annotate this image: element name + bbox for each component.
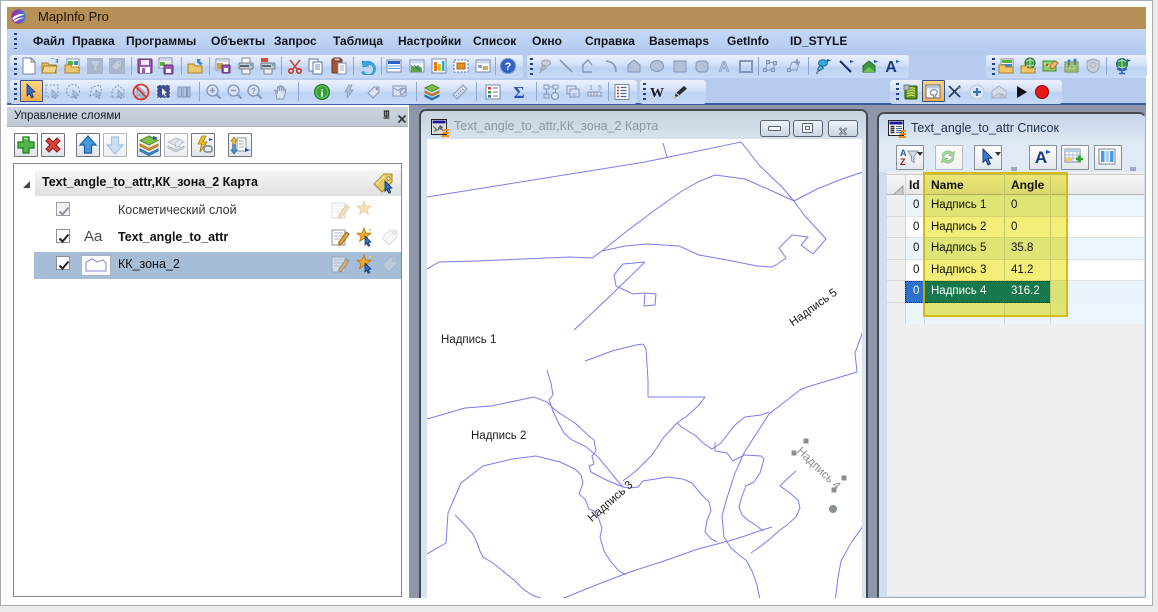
svg-text:W: W — [650, 86, 664, 101]
svg-text:Надпись 4: Надпись 4 — [794, 445, 843, 492]
svg-text:Σ: Σ — [513, 83, 524, 101]
svg-text:?: ? — [251, 87, 256, 96]
svg-text:A: A — [1035, 148, 1047, 167]
svg-text:5: 5 — [598, 85, 602, 92]
svg-text:Надпись 3: Надпись 3 — [586, 479, 636, 525]
svg-text:Надпись 2: Надпись 2 — [471, 430, 526, 442]
svg-text:i: i — [320, 88, 323, 100]
svg-text:1: 1 — [589, 85, 593, 92]
svg-text:?: ? — [505, 61, 512, 73]
svg-text:A: A — [885, 59, 897, 75]
svg-text:Z: Z — [900, 157, 906, 167]
svg-text:Надпись 5: Надпись 5 — [788, 287, 840, 329]
svg-text:Aa: Aa — [84, 228, 103, 245]
svg-text:Надпись 1: Надпись 1 — [441, 334, 496, 346]
svg-text:A: A — [719, 59, 730, 76]
